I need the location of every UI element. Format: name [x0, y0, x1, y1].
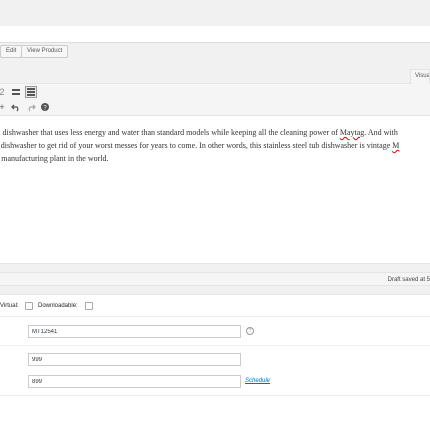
toolbar-toggle-icon[interactable]	[25, 86, 37, 98]
view-product-button[interactable]: View Product	[21, 45, 69, 58]
content-line-2-brand: M	[392, 141, 400, 150]
svg-text:2: 2	[0, 87, 5, 97]
undo-icon[interactable]	[10, 101, 22, 113]
editor-status-bar: Draft saved at 5	[0, 272, 430, 286]
downloadable-checkbox[interactable]	[85, 302, 93, 310]
top-bar	[0, 0, 430, 22]
content-editor[interactable]: ed dishwasher that uses less energy and …	[0, 116, 430, 264]
horizontal-line-icon[interactable]	[10, 86, 22, 98]
help-icon[interactable]: ?	[39, 101, 51, 113]
redo-icon[interactable]	[25, 101, 37, 113]
virtual-label: Virtual:	[0, 303, 19, 309]
draft-saved-status: Draft saved at 5	[387, 277, 430, 283]
numbered-list-icon[interactable]: 2	[0, 86, 8, 98]
content-line-1-part-a: ed dishwasher that uses less energy and …	[0, 128, 340, 137]
sku-field[interactable]	[28, 325, 241, 338]
regular-price-field[interactable]	[28, 353, 241, 366]
content-line-3: er manufacturing plant in the world.	[0, 154, 109, 163]
divider	[0, 345, 430, 346]
svg-text:+: +	[0, 102, 5, 112]
schedule-link[interactable]: Schedule	[245, 378, 270, 384]
content-line-1-brand: Maytag	[339, 128, 365, 137]
product-data-panel: Virtual: Downloadable: ? Schedule	[0, 294, 430, 430]
content-line-1-part-b: . And with	[364, 128, 398, 137]
virtual-checkbox[interactable]	[25, 302, 33, 310]
sku-help-icon[interactable]: ?	[246, 327, 254, 335]
product-type-row: Virtual: Downloadable:	[0, 295, 430, 317]
content-line-2-part-a: et dishwasher to get rid of your worst m…	[0, 141, 393, 150]
title-field[interactable]	[0, 26, 430, 43]
divider	[0, 395, 430, 396]
special-character-icon[interactable]: +	[0, 101, 8, 113]
content-paragraph: ed dishwasher that uses less energy and …	[0, 126, 430, 165]
permalink-bar: Edit View Product	[0, 43, 430, 59]
edit-permalink-button[interactable]: Edit	[0, 45, 23, 58]
tab-visual[interactable]: Visual	[410, 69, 430, 84]
sale-price-field[interactable]	[28, 375, 241, 388]
editor-toolbar: 2 + ?	[0, 84, 430, 116]
downloadable-label: Downloadable:	[38, 303, 78, 309]
editor-tabs: Visual	[0, 67, 430, 84]
